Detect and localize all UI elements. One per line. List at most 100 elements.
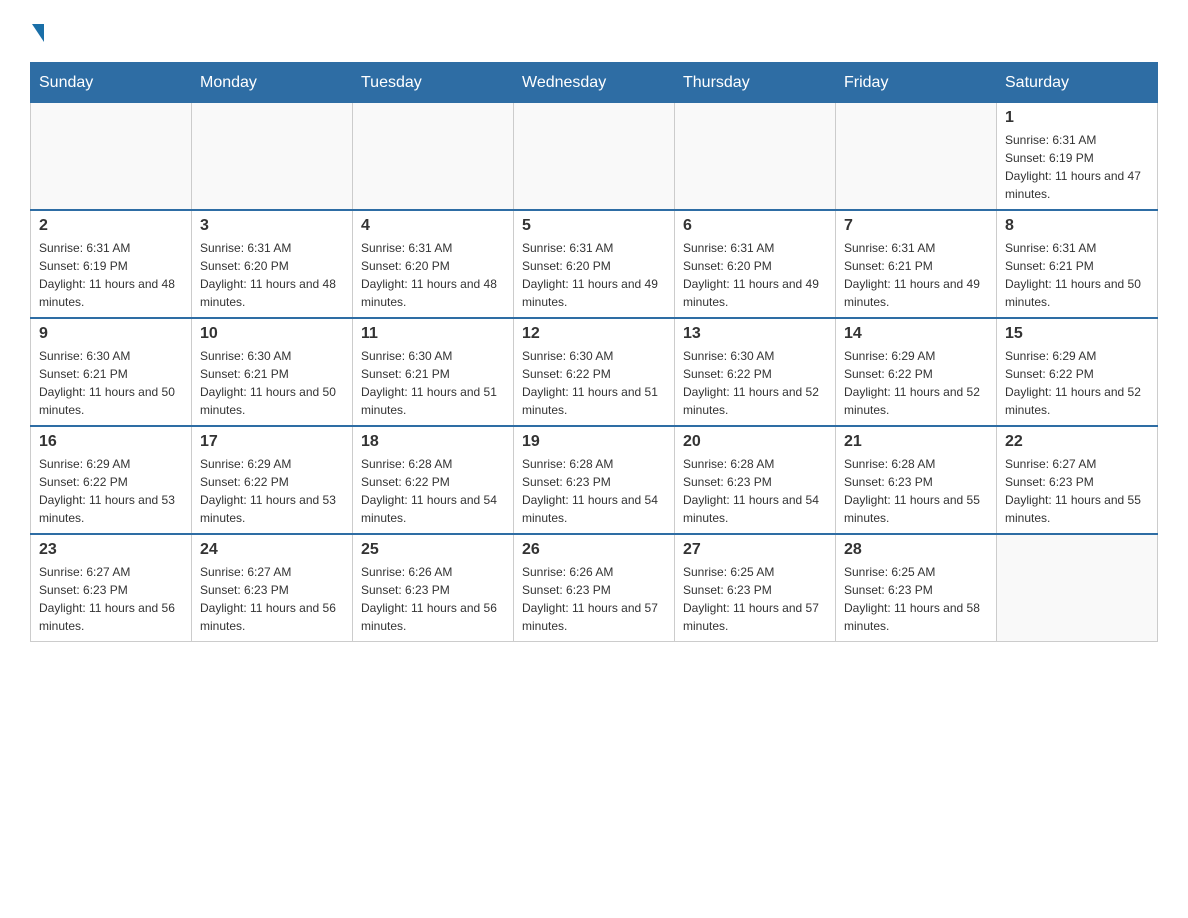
calendar-cell: 15 Sunrise: 6:29 AM Sunset: 6:22 PM Dayli… [997, 318, 1158, 426]
day-info: Sunrise: 6:30 AM Sunset: 6:21 PM Dayligh… [200, 347, 344, 419]
page-header [30, 20, 1158, 42]
day-number: 1 [1005, 109, 1149, 127]
day-info: Sunrise: 6:29 AM Sunset: 6:22 PM Dayligh… [39, 455, 183, 527]
calendar-cell [31, 103, 192, 211]
day-info: Sunrise: 6:27 AM Sunset: 6:23 PM Dayligh… [39, 563, 183, 635]
day-info: Sunrise: 6:29 AM Sunset: 6:22 PM Dayligh… [1005, 347, 1149, 419]
day-number: 17 [200, 433, 344, 451]
day-number: 24 [200, 541, 344, 559]
calendar-cell: 10Sunrise: 6:30 AM Sunset: 6:21 PM Dayli… [192, 318, 353, 426]
calendar-cell: 9 Sunrise: 6:30 AM Sunset: 6:21 PM Daylig… [31, 318, 192, 426]
calendar-cell: 18 Sunrise: 6:28 AM Sunset: 6:22 PM Dayli… [353, 426, 514, 534]
day-info: Sunrise: 6:28 AM Sunset: 6:22 PM Dayligh… [361, 455, 505, 527]
logo-arrow-icon [32, 24, 44, 42]
day-number: 28 [844, 541, 988, 559]
calendar-week-row: 2 Sunrise: 6:31 AM Sunset: 6:19 PM Daylig… [31, 210, 1158, 318]
calendar-cell: 22 Sunrise: 6:27 AM Sunset: 6:23 PM Dayli… [997, 426, 1158, 534]
calendar-header-sunday: Sunday [31, 63, 192, 103]
calendar-header-saturday: Saturday [997, 63, 1158, 103]
day-number: 14 [844, 325, 988, 343]
calendar-cell [997, 534, 1158, 642]
day-info: Sunrise: 6:31 AM Sunset: 6:20 PM Dayligh… [361, 239, 505, 311]
calendar-cell [836, 103, 997, 211]
day-info: Sunrise: 6:28 AM Sunset: 6:23 PM Dayligh… [522, 455, 666, 527]
day-number: 3 [200, 217, 344, 235]
day-info: Sunrise: 6:27 AM Sunset: 6:23 PM Dayligh… [200, 563, 344, 635]
calendar-cell: 4 Sunrise: 6:31 AM Sunset: 6:20 PM Daylig… [353, 210, 514, 318]
calendar-cell: 20 Sunrise: 6:28 AM Sunset: 6:23 PM Dayli… [675, 426, 836, 534]
calendar-cell [192, 103, 353, 211]
calendar-cell: 24 Sunrise: 6:27 AM Sunset: 6:23 PM Dayli… [192, 534, 353, 642]
day-number: 2 [39, 217, 183, 235]
calendar-cell: 1 Sunrise: 6:31 AM Sunset: 6:19 PM Daylig… [997, 103, 1158, 211]
calendar-cell: 7 Sunrise: 6:31 AM Sunset: 6:21 PM Daylig… [836, 210, 997, 318]
day-number: 8 [1005, 217, 1149, 235]
day-number: 4 [361, 217, 505, 235]
calendar-header-wednesday: Wednesday [514, 63, 675, 103]
day-info: Sunrise: 6:29 AM Sunset: 6:22 PM Dayligh… [844, 347, 988, 419]
calendar-cell [353, 103, 514, 211]
day-info: Sunrise: 6:28 AM Sunset: 6:23 PM Dayligh… [844, 455, 988, 527]
day-number: 7 [844, 217, 988, 235]
day-info: Sunrise: 6:31 AM Sunset: 6:19 PM Dayligh… [1005, 131, 1149, 203]
day-number: 22 [1005, 433, 1149, 451]
day-info: Sunrise: 6:31 AM Sunset: 6:21 PM Dayligh… [844, 239, 988, 311]
calendar-table: SundayMondayTuesdayWednesdayThursdayFrid… [30, 62, 1158, 642]
day-info: Sunrise: 6:31 AM Sunset: 6:21 PM Dayligh… [1005, 239, 1149, 311]
calendar-week-row: 1 Sunrise: 6:31 AM Sunset: 6:19 PM Daylig… [31, 103, 1158, 211]
day-info: Sunrise: 6:30 AM Sunset: 6:21 PM Dayligh… [39, 347, 183, 419]
day-info: Sunrise: 6:31 AM Sunset: 6:20 PM Dayligh… [522, 239, 666, 311]
calendar-header-monday: Monday [192, 63, 353, 103]
day-number: 12 [522, 325, 666, 343]
calendar-week-row: 23Sunrise: 6:27 AM Sunset: 6:23 PM Dayli… [31, 534, 1158, 642]
calendar-cell: 5 Sunrise: 6:31 AM Sunset: 6:20 PM Daylig… [514, 210, 675, 318]
day-info: Sunrise: 6:31 AM Sunset: 6:19 PM Dayligh… [39, 239, 183, 311]
calendar-cell: 23Sunrise: 6:27 AM Sunset: 6:23 PM Dayli… [31, 534, 192, 642]
day-number: 9 [39, 325, 183, 343]
calendar-cell [514, 103, 675, 211]
day-number: 26 [522, 541, 666, 559]
calendar-cell: 8 Sunrise: 6:31 AM Sunset: 6:21 PM Daylig… [997, 210, 1158, 318]
day-info: Sunrise: 6:29 AM Sunset: 6:22 PM Dayligh… [200, 455, 344, 527]
day-info: Sunrise: 6:25 AM Sunset: 6:23 PM Dayligh… [844, 563, 988, 635]
calendar-cell: 28 Sunrise: 6:25 AM Sunset: 6:23 PM Dayli… [836, 534, 997, 642]
calendar-header-thursday: Thursday [675, 63, 836, 103]
calendar-header-row: SundayMondayTuesdayWednesdayThursdayFrid… [31, 63, 1158, 103]
day-number: 13 [683, 325, 827, 343]
day-info: Sunrise: 6:31 AM Sunset: 6:20 PM Dayligh… [683, 239, 827, 311]
calendar-cell: 16 Sunrise: 6:29 AM Sunset: 6:22 PM Dayli… [31, 426, 192, 534]
day-number: 16 [39, 433, 183, 451]
day-info: Sunrise: 6:26 AM Sunset: 6:23 PM Dayligh… [522, 563, 666, 635]
calendar-cell: 19 Sunrise: 6:28 AM Sunset: 6:23 PM Dayli… [514, 426, 675, 534]
day-number: 15 [1005, 325, 1149, 343]
day-number: 11 [361, 325, 505, 343]
day-number: 5 [522, 217, 666, 235]
day-info: Sunrise: 6:27 AM Sunset: 6:23 PM Dayligh… [1005, 455, 1149, 527]
calendar-cell: 11 Sunrise: 6:30 AM Sunset: 6:21 PM Dayli… [353, 318, 514, 426]
day-number: 25 [361, 541, 505, 559]
calendar-cell: 13 Sunrise: 6:30 AM Sunset: 6:22 PM Dayli… [675, 318, 836, 426]
day-info: Sunrise: 6:30 AM Sunset: 6:21 PM Dayligh… [361, 347, 505, 419]
day-number: 6 [683, 217, 827, 235]
calendar-cell: 12 Sunrise: 6:30 AM Sunset: 6:22 PM Dayli… [514, 318, 675, 426]
day-info: Sunrise: 6:28 AM Sunset: 6:23 PM Dayligh… [683, 455, 827, 527]
calendar-cell: 21Sunrise: 6:28 AM Sunset: 6:23 PM Dayli… [836, 426, 997, 534]
calendar-cell: 25 Sunrise: 6:26 AM Sunset: 6:23 PM Dayli… [353, 534, 514, 642]
day-number: 20 [683, 433, 827, 451]
calendar-week-row: 16 Sunrise: 6:29 AM Sunset: 6:22 PM Dayli… [31, 426, 1158, 534]
day-number: 18 [361, 433, 505, 451]
calendar-cell: 14 Sunrise: 6:29 AM Sunset: 6:22 PM Dayli… [836, 318, 997, 426]
calendar-cell [675, 103, 836, 211]
day-info: Sunrise: 6:26 AM Sunset: 6:23 PM Dayligh… [361, 563, 505, 635]
day-info: Sunrise: 6:31 AM Sunset: 6:20 PM Dayligh… [200, 239, 344, 311]
calendar-cell: 26 Sunrise: 6:26 AM Sunset: 6:23 PM Dayli… [514, 534, 675, 642]
logo [30, 20, 44, 42]
calendar-cell: 17 Sunrise: 6:29 AM Sunset: 6:22 PM Dayli… [192, 426, 353, 534]
calendar-cell: 2 Sunrise: 6:31 AM Sunset: 6:19 PM Daylig… [31, 210, 192, 318]
calendar-cell: 6 Sunrise: 6:31 AM Sunset: 6:20 PM Daylig… [675, 210, 836, 318]
calendar-week-row: 9 Sunrise: 6:30 AM Sunset: 6:21 PM Daylig… [31, 318, 1158, 426]
calendar-cell: 27Sunrise: 6:25 AM Sunset: 6:23 PM Dayli… [675, 534, 836, 642]
day-number: 19 [522, 433, 666, 451]
day-info: Sunrise: 6:30 AM Sunset: 6:22 PM Dayligh… [522, 347, 666, 419]
day-info: Sunrise: 6:30 AM Sunset: 6:22 PM Dayligh… [683, 347, 827, 419]
